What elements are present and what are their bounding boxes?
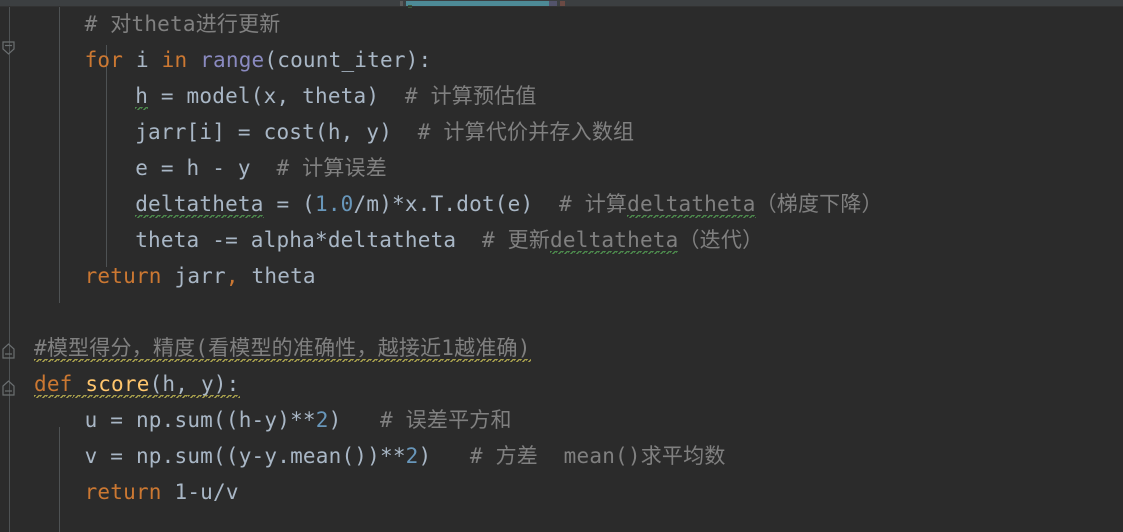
comment-token: # 更新 (456, 228, 551, 252)
indent-guide-level1b (59, 427, 60, 532)
indent-guide-level2 (106, 45, 107, 267)
close-paren: ) (328, 408, 342, 432)
var-deltatheta-typo: deltatheta (135, 192, 264, 220)
code-line-13[interactable]: v = np.sum((y-y.mean())**2) # 方差 mean()求… (85, 439, 726, 474)
code-line-12[interactable]: u = np.sum((h-y)**2) # 误差平方和 (85, 403, 512, 438)
comment-token: # 误差平方和 (341, 408, 512, 432)
comma-token: , (225, 264, 239, 288)
assign-model: = model(x, (148, 84, 290, 108)
fold-end-icon[interactable] (1, 40, 18, 57)
var-theta: theta (238, 264, 316, 288)
code-line-11[interactable]: def score(h, y): (34, 367, 240, 402)
code-line-7[interactable]: theta -= alpha*deltatheta # 更新deltatheta… (135, 223, 763, 258)
keyword-in: in (161, 48, 188, 72)
editor-gutter[interactable] (0, 7, 26, 532)
range-args: (count_iter): (264, 48, 432, 72)
return-expression: 1-u/v (161, 480, 239, 504)
param-y: y): (188, 372, 240, 400)
code-line-8[interactable]: return jarr, theta (85, 259, 316, 294)
fold-start-icon-1[interactable] (1, 343, 18, 360)
keyword-return: return (84, 264, 162, 288)
expr-dot: /m)*x.T.dot(e) (353, 192, 534, 216)
comment-token: # 计算预估值 (379, 84, 537, 108)
number-token: 2 (405, 444, 419, 468)
comment-token: # 计算 (533, 192, 628, 216)
fold-start-icon-2[interactable] (1, 380, 18, 397)
keyword-return: return (84, 480, 162, 504)
horizontal-scrollbar-thumb[interactable] (406, 1, 550, 6)
number-token: 1.0 (315, 192, 354, 216)
arg-y: y) (353, 120, 393, 144)
arg-theta: theta) (289, 84, 380, 108)
code-line-1[interactable]: # 对theta进行更新 (85, 7, 281, 42)
builtin-range: range (187, 48, 265, 72)
assign-cost: jarr[i] = cost(h, (135, 120, 354, 144)
comment-token: # 计算误差 (250, 156, 387, 180)
var-i: i (123, 48, 162, 72)
comment-token: # 对theta进行更新 (84, 12, 281, 36)
keyword-for: for (84, 48, 124, 72)
function-name-score: score (72, 372, 150, 400)
assign-v: v = np.sum((y-y.mean())** (84, 444, 406, 468)
indent-guide-level1 (59, 7, 60, 303)
code-line-6[interactable]: deltatheta = (1.0/m)*x.T.dot(e) # 计算delt… (135, 187, 883, 222)
var-jarr: jarr (161, 264, 226, 288)
number-token: 2 (315, 408, 329, 432)
code-line-5[interactable]: e = h - y # 计算误差 (135, 151, 387, 186)
comment-token-tail: （梯度下降） (755, 192, 883, 216)
code-line-3[interactable]: h = model(x, theta) # 计算预估值 (135, 79, 536, 114)
gutter-rail (9, 7, 10, 532)
assign-theta-update: theta -= alpha*deltatheta (135, 228, 457, 252)
close-paren: ) (418, 444, 432, 468)
code-line-14[interactable]: return 1-u/v (85, 475, 239, 510)
scrollbar-marker-red (560, 1, 565, 6)
scrollbar-marker-blue (549, 1, 557, 6)
assign-op: = ( (263, 192, 315, 216)
scrollbar-marker-left (400, 1, 403, 6)
comment-token: # 方差 (431, 444, 564, 468)
comment-typo-deltatheta: deltatheta (550, 228, 679, 256)
comment-token-tail: （迭代） (678, 228, 764, 252)
assign-error: e = h - y (135, 156, 251, 180)
code-line-4[interactable]: jarr[i] = cost(h, y) # 计算代价并存入数组 (135, 115, 634, 150)
code-line-2[interactable]: for i in range(count_iter): (85, 43, 432, 78)
keyword-def: def (34, 372, 73, 400)
comment-typo-deltatheta: deltatheta (627, 192, 756, 220)
comment-token-mean: mean()求平均数 (563, 444, 726, 468)
assign-u: u = np.sum((h-y)** (84, 408, 316, 432)
editor-text-area[interactable]: # 对theta进行更新 for i in range(count_iter):… (26, 7, 1123, 532)
param-h: (h, (149, 372, 189, 400)
horizontal-scrollbar-track[interactable] (0, 0, 1123, 8)
var-h-typo: h (135, 84, 149, 112)
code-editor-window: # 对theta进行更新 for i in range(count_iter):… (0, 0, 1123, 532)
code-line-10[interactable]: #模型得分，精度(看模型的准确性，越接近1越准确) (34, 331, 531, 366)
comment-token: # 计算代价并存入数组 (392, 120, 635, 144)
comment-with-warning: #模型得分，精度(看模型的准确性，越接近1越准确) (34, 336, 531, 364)
